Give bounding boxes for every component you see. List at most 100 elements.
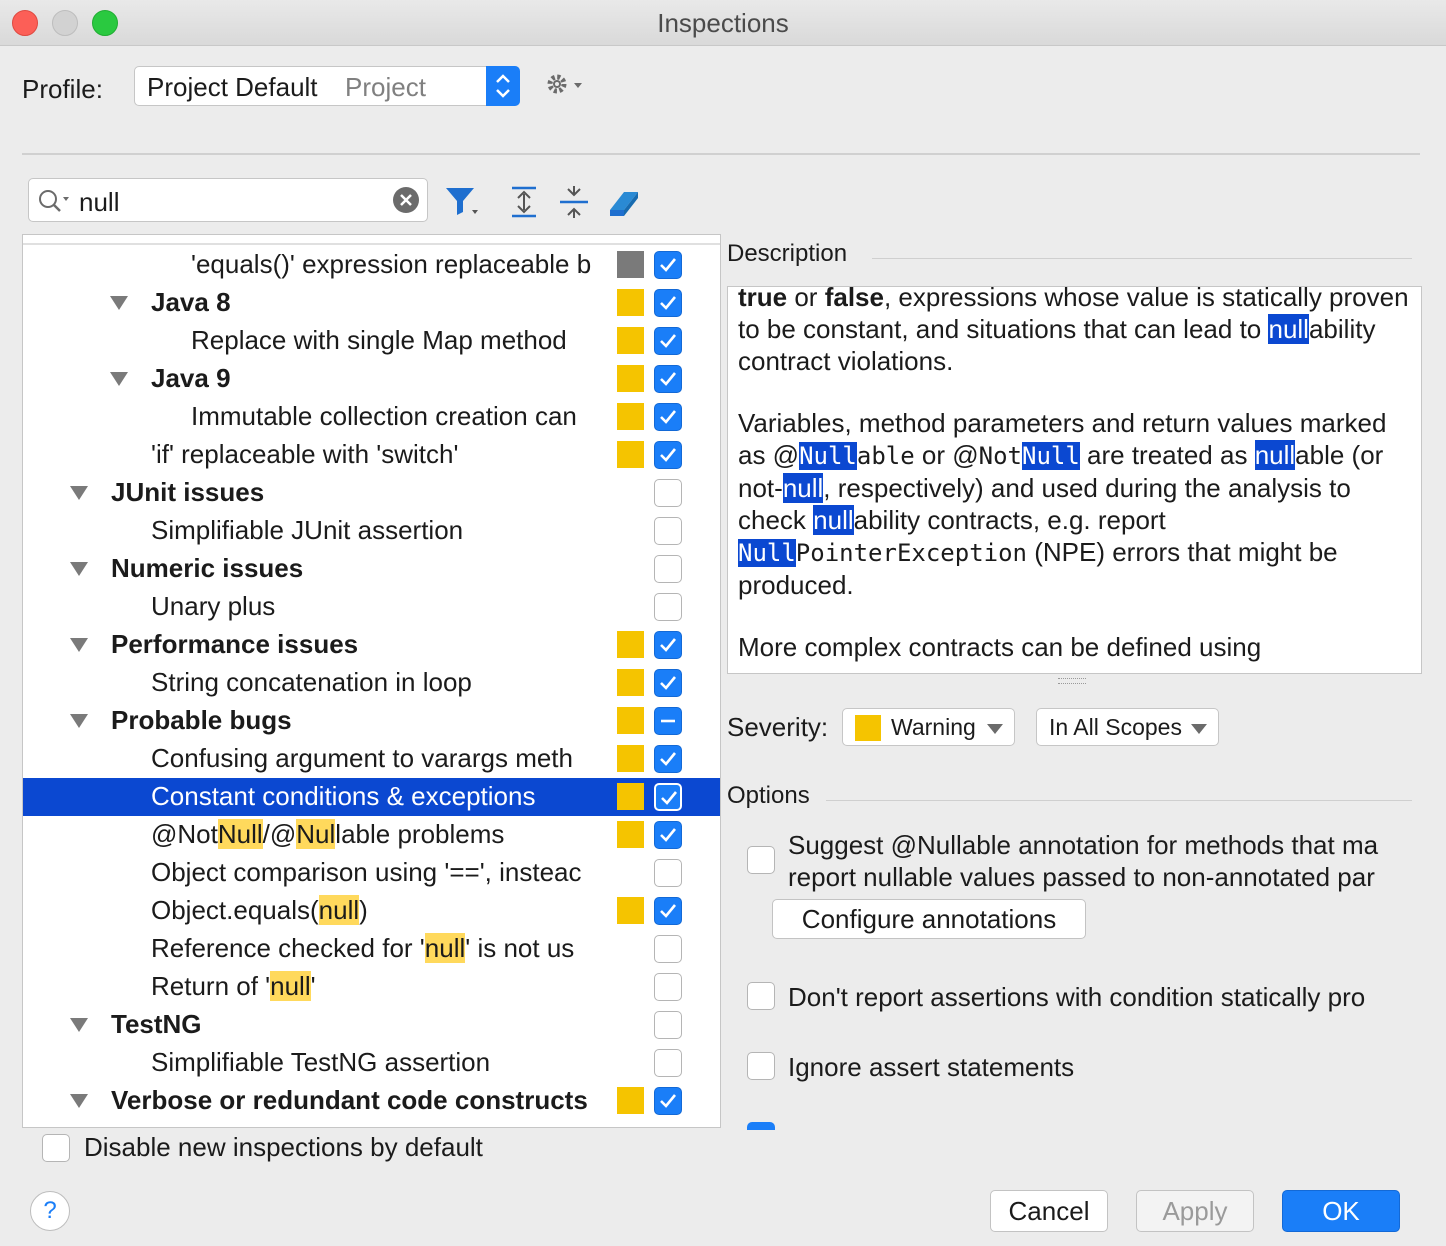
enable-checkbox[interactable] xyxy=(654,897,682,925)
profile-select[interactable]: Project Default Project xyxy=(134,66,520,106)
apply-button[interactable]: Apply xyxy=(1136,1190,1254,1232)
inspections-tree[interactable]: 'equals()' expression replaceable b Java … xyxy=(22,234,721,1128)
severity-swatch xyxy=(617,707,644,734)
disable-new-inspections-checkbox[interactable] xyxy=(42,1134,70,1162)
partially-visible-checkbox[interactable] xyxy=(747,1122,775,1130)
severity-swatch xyxy=(617,897,644,924)
enable-checkbox[interactable] xyxy=(654,403,682,431)
enable-checkbox[interactable] xyxy=(654,783,682,811)
tree-inspection-row[interactable]: Reference checked for 'null' is not us xyxy=(23,930,720,968)
tree-inspection-row[interactable]: Replace with single Map method xyxy=(23,322,720,360)
enable-checkbox[interactable] xyxy=(654,1011,682,1039)
scope-select[interactable]: In All Scopes xyxy=(1036,708,1219,746)
enable-checkbox[interactable] xyxy=(654,593,682,621)
tree-row-label: Replace with single Map method xyxy=(191,325,567,355)
enable-checkbox[interactable] xyxy=(654,365,682,393)
expand-arrow-icon[interactable] xyxy=(70,1018,88,1032)
tree-group-row[interactable]: Performance issues xyxy=(23,626,720,664)
gear-icon[interactable] xyxy=(544,70,588,100)
help-button[interactable]: ? xyxy=(30,1191,70,1231)
enable-checkbox[interactable] xyxy=(654,973,682,1001)
tree-row-label: 'equals()' expression replaceable b xyxy=(191,249,592,279)
enable-checkbox[interactable] xyxy=(654,859,682,887)
expand-arrow-icon[interactable] xyxy=(70,714,88,728)
description-paragraph-3: More complex contracts can be defined us… xyxy=(738,632,1262,662)
filter-icon[interactable] xyxy=(444,184,480,220)
tree-row-label: Confusing argument to varargs meth xyxy=(151,743,573,773)
stepper-icon xyxy=(486,66,520,106)
tree-inspection-row[interactable]: Immutable collection creation can xyxy=(23,398,720,436)
severity-swatch xyxy=(617,403,644,430)
suggest-nullable-label-line1: Suggest @Nullable annotation for methods… xyxy=(788,830,1379,860)
clear-search-icon[interactable] xyxy=(393,187,419,218)
tree-inspection-row[interactable]: Simplifiable JUnit assertion xyxy=(23,512,720,550)
tree-row-label: Java 9 xyxy=(151,363,231,393)
enable-checkbox[interactable] xyxy=(654,935,682,963)
expand-arrow-icon[interactable] xyxy=(70,1094,88,1108)
tree-group-row[interactable]: TestNG xyxy=(23,1006,720,1044)
tree-row-label: Probable bugs xyxy=(111,705,292,735)
tree-group-row[interactable]: Numeric issues xyxy=(23,550,720,588)
tree-inspection-row[interactable]: Object.equals(null) xyxy=(23,892,720,930)
severity-select[interactable]: Warning xyxy=(842,708,1015,746)
expand-arrow-icon[interactable] xyxy=(70,486,88,500)
ok-button[interactable]: OK xyxy=(1282,1190,1400,1232)
tree-inspection-row[interactable]: @NotNull/@Nullable problems xyxy=(23,816,720,854)
description-paragraph-1: true or false, expressions whose value i… xyxy=(738,286,1409,376)
enable-checkbox[interactable] xyxy=(654,707,682,735)
enable-checkbox[interactable] xyxy=(654,669,682,697)
description-separator xyxy=(872,258,1412,259)
tree-row-label: Verbose or redundant code constructs xyxy=(111,1085,588,1115)
tree-row-label: Simplifiable TestNG assertion xyxy=(151,1047,491,1077)
profile-label: Profile: xyxy=(22,74,103,104)
title-bar: Inspections xyxy=(0,0,1446,46)
enable-checkbox[interactable] xyxy=(654,1087,682,1115)
reset-eraser-icon[interactable] xyxy=(606,184,642,220)
ignore-assert-checkbox[interactable] xyxy=(747,1052,775,1080)
enable-checkbox[interactable] xyxy=(654,555,682,583)
dont-report-assertions-checkbox[interactable] xyxy=(747,982,775,1010)
tree-inspection-row[interactable]: Object comparison using '==', insteac xyxy=(23,854,720,892)
enable-checkbox[interactable] xyxy=(654,327,682,355)
expand-arrow-icon[interactable] xyxy=(110,372,128,386)
suggest-nullable-checkbox[interactable] xyxy=(747,846,775,874)
expand-arrow-icon[interactable] xyxy=(70,562,88,576)
search-input[interactable]: null xyxy=(28,178,428,222)
cancel-button[interactable]: Cancel xyxy=(990,1190,1108,1232)
tree-group-row[interactable]: Java 9 xyxy=(23,360,720,398)
enable-checkbox[interactable] xyxy=(654,479,682,507)
expand-arrow-icon[interactable] xyxy=(110,296,128,310)
enable-checkbox[interactable] xyxy=(654,821,682,849)
enable-checkbox[interactable] xyxy=(654,745,682,773)
description-title: Description xyxy=(727,240,848,267)
chevron-down-icon xyxy=(1191,724,1207,734)
tree-inspection-row[interactable]: Constant conditions & exceptions xyxy=(23,778,720,816)
enable-checkbox[interactable] xyxy=(654,1049,682,1077)
splitter-handle[interactable] xyxy=(1058,678,1086,684)
chevron-down-icon xyxy=(987,724,1003,734)
enable-checkbox[interactable] xyxy=(654,441,682,469)
enable-checkbox[interactable] xyxy=(654,289,682,317)
options-panel: Suggest @Nullable annotation for methods… xyxy=(727,820,1423,1130)
configure-annotations-button[interactable]: Configure annotations xyxy=(772,899,1086,939)
tree-group-row[interactable]: Probable bugs xyxy=(23,702,720,740)
severity-swatch xyxy=(617,821,644,848)
tree-inspection-row[interactable]: Return of 'null' xyxy=(23,968,720,1006)
tree-group-row[interactable]: JUnit issues xyxy=(23,474,720,512)
tree-row-label: Unary plus xyxy=(151,591,276,621)
tree-inspection-row[interactable]: Confusing argument to varargs meth xyxy=(23,740,720,778)
expand-arrow-icon[interactable] xyxy=(70,638,88,652)
enable-checkbox[interactable] xyxy=(654,251,682,279)
tree-inspection-row[interactable]: String concatenation in loop xyxy=(23,664,720,702)
tree-inspection-row[interactable]: 'if' replaceable with 'switch' xyxy=(23,436,720,474)
expand-all-icon[interactable] xyxy=(506,184,542,220)
tree-group-row[interactable]: Java 8 xyxy=(23,284,720,322)
tree-group-row[interactable]: Verbose or redundant code constructs xyxy=(23,1082,720,1120)
tree-inspection-row[interactable]: Unary plus xyxy=(23,588,720,626)
enable-checkbox[interactable] xyxy=(654,631,682,659)
collapse-all-icon[interactable] xyxy=(556,184,592,220)
enable-checkbox[interactable] xyxy=(654,517,682,545)
tree-inspection-row[interactable]: 'equals()' expression replaceable b xyxy=(23,246,720,284)
disable-new-inspections-label: Disable new inspections by default xyxy=(84,1132,483,1162)
tree-inspection-row[interactable]: Simplifiable TestNG assertion xyxy=(23,1044,720,1082)
